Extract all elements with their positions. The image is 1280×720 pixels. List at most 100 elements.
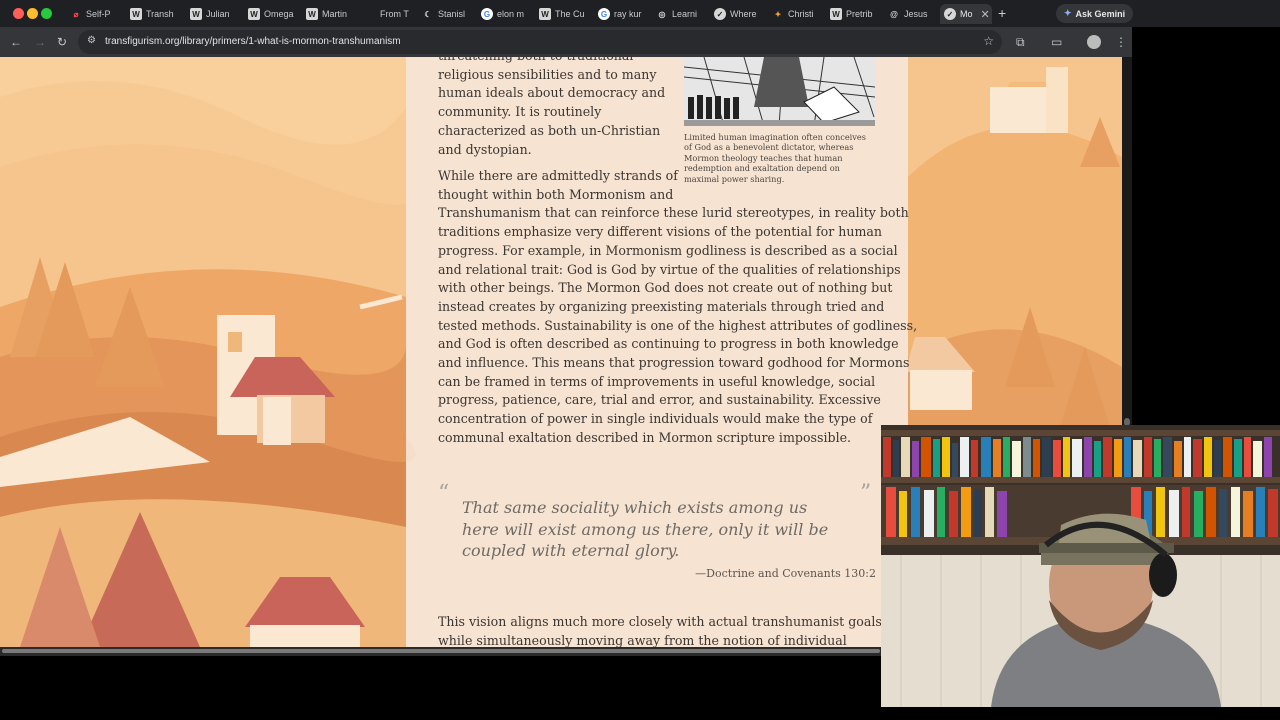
- browser-tab[interactable]: W Transh: [126, 4, 184, 24]
- text-line: traditions emphasize very different visi…: [438, 224, 883, 240]
- figure-illustration: [684, 57, 875, 126]
- horizontal-scrollbar-thumb[interactable]: [2, 649, 880, 653]
- text-line: and God is often described as continuing…: [438, 336, 899, 352]
- text-line: tested methods. Sustainability is one of…: [438, 317, 918, 333]
- blockquote-citation: —Doctrine and Covenants 130:2: [695, 567, 876, 580]
- text-line: While there are admittedly strands of: [438, 168, 678, 183]
- article-column: threatening both to traditionalreligious…: [406, 57, 918, 647]
- paragraph-1: threatening both to traditionalreligious…: [438, 57, 678, 159]
- text-line: characterized as both un-Christian: [438, 122, 661, 138]
- browser-tab[interactable]: W Julian: [186, 4, 244, 24]
- webcam-overlay: [881, 425, 1280, 707]
- text-line: religious sensibilities and to many: [438, 66, 657, 82]
- browser-tab[interactable]: ✓ Where: [710, 4, 768, 24]
- browser-tab[interactable]: Gray kur: [594, 4, 652, 24]
- browser-tab[interactable]: W The Cu: [535, 4, 593, 24]
- g-favicon: G: [481, 8, 493, 20]
- browser-tab[interactable]: ✦ Christi: [768, 4, 826, 24]
- paragraph-2: While there are admittedly strands of tho…: [438, 167, 918, 448]
- text-line: human ideals about democracy and: [438, 85, 666, 101]
- tab-label: ray kur: [614, 9, 642, 19]
- browser-tab[interactable]: ✓ Mo ✕: [940, 4, 992, 24]
- tab-strip: ⌀ Self-P W Transh W Julian W Omega W Martin From T…: [0, 0, 1280, 27]
- tab-label: Pretrib: [846, 9, 873, 19]
- close-window-icon[interactable]: [13, 8, 24, 19]
- moon-icon: ☾: [424, 9, 432, 19]
- more-menu-icon[interactable]: ⋮: [1115, 35, 1127, 49]
- blank: [364, 8, 376, 20]
- paragraph-3: This vision aligns much more closely wit…: [438, 613, 888, 647]
- back-arrow-icon[interactable]: ←: [10, 35, 22, 49]
- ask-gemini-label: Ask Gemini: [1075, 8, 1126, 19]
- tab-label: Christi: [788, 9, 814, 19]
- text-line: and dystopian.: [438, 141, 532, 157]
- tab-label: Where: [730, 9, 757, 19]
- browser-tab[interactable]: From T: [360, 4, 418, 24]
- maximize-window-icon[interactable]: [41, 8, 52, 19]
- browser-tab[interactable]: @ Jesus: [884, 4, 942, 24]
- extensions-icon[interactable]: ⧉: [1016, 35, 1025, 50]
- red-slash-icon: ⌀: [73, 9, 79, 19]
- address-bar[interactable]: ⚙ transfigurism.org/library/primers/1-wh…: [78, 30, 1002, 54]
- open-quote-icon: “: [438, 481, 450, 506]
- text-line: progress. For example, in Mormonism godl…: [438, 242, 898, 258]
- text-line: and relational trait: God is God by virt…: [438, 261, 901, 277]
- tab-label: Omega: [264, 9, 294, 19]
- compass-icon: ◎: [658, 9, 666, 19]
- text-line: concentration of power in single individ…: [438, 411, 873, 427]
- browser-tab[interactable]: W Martin: [302, 4, 360, 24]
- w-favicon: W: [306, 8, 318, 20]
- blockquote-text: That same sociality which exists among u…: [462, 498, 829, 560]
- text-line: community. It is routinely: [438, 104, 602, 120]
- text-line: communal exaltation described in Mormon …: [438, 429, 852, 445]
- tab-label: From T: [380, 9, 409, 19]
- reload-icon[interactable]: ↻: [57, 35, 67, 49]
- text-line: while simultaneously moving away from th…: [438, 632, 847, 647]
- browser-toolbar: ← → ↻ ⚙ transfigurism.org/library/primer…: [0, 27, 1132, 57]
- tab-label: The Cu: [555, 9, 585, 19]
- text-line: progress, patience, care, trial and erro…: [438, 392, 881, 408]
- profile-avatar[interactable]: [1087, 35, 1101, 49]
- star-icon: ✦: [774, 9, 782, 19]
- browser-tab[interactable]: ⌀ Self-P: [66, 4, 124, 24]
- new-tab-button[interactable]: +: [998, 5, 1006, 21]
- check-icon: ✓: [944, 8, 956, 20]
- tab-label: Stanisl: [438, 9, 466, 19]
- tab-label: Transh: [146, 9, 174, 19]
- w-favicon: W: [539, 8, 551, 20]
- minimize-window-icon[interactable]: [27, 8, 38, 19]
- url-text[interactable]: transfigurism.org/library/primers/1-what…: [105, 36, 401, 47]
- ask-gemini-button[interactable]: ✦ Ask Gemini: [1056, 4, 1134, 23]
- site-info-icon[interactable]: ⚙: [87, 35, 96, 46]
- text-line: instead creates by organizing preexistin…: [438, 298, 885, 314]
- text-line: can be framed in terms of improvements i…: [438, 373, 876, 389]
- browser-tab[interactable]: ☾ Stanisl: [418, 4, 476, 24]
- browser-tab[interactable]: W Omega: [244, 4, 302, 24]
- g-favicon: G: [598, 8, 610, 20]
- tab-label: Mo: [960, 9, 973, 19]
- tab-label: Julian: [206, 9, 230, 19]
- tab-label: Learni: [672, 9, 698, 19]
- dictator-illustration: [684, 57, 875, 126]
- tab-label: Jesus: [904, 9, 928, 19]
- text-line: with other beings. The Mormon God does n…: [438, 280, 893, 296]
- webcam-video: [881, 425, 1280, 707]
- text-line: Transhumanism that can reinforce these l…: [438, 205, 909, 221]
- bookmark-star-icon[interactable]: ☆: [983, 34, 994, 48]
- tab-search-icon[interactable]: ▭: [1051, 35, 1062, 49]
- close-quote-icon: ”: [860, 481, 872, 506]
- browser-tab[interactable]: Gelon m: [477, 4, 535, 24]
- browser-tab[interactable]: W Pretrib: [826, 4, 884, 24]
- w-favicon: W: [190, 8, 202, 20]
- browser-tab[interactable]: ◎ Learni: [652, 4, 710, 24]
- close-tab-icon[interactable]: ✕: [981, 8, 990, 21]
- w-favicon: W: [830, 8, 842, 20]
- text-line: and influence. This means that progressi…: [438, 355, 910, 371]
- gemini-sparkle-icon: ✦: [1064, 8, 1072, 18]
- w-favicon: W: [130, 8, 142, 20]
- text-line: This vision aligns much more closely wit…: [438, 614, 886, 629]
- text-line: threatening both to traditional: [438, 57, 678, 66]
- tab-label: elon m: [497, 9, 525, 19]
- forward-arrow-icon[interactable]: →: [34, 35, 46, 49]
- check-icon: ✓: [714, 8, 726, 20]
